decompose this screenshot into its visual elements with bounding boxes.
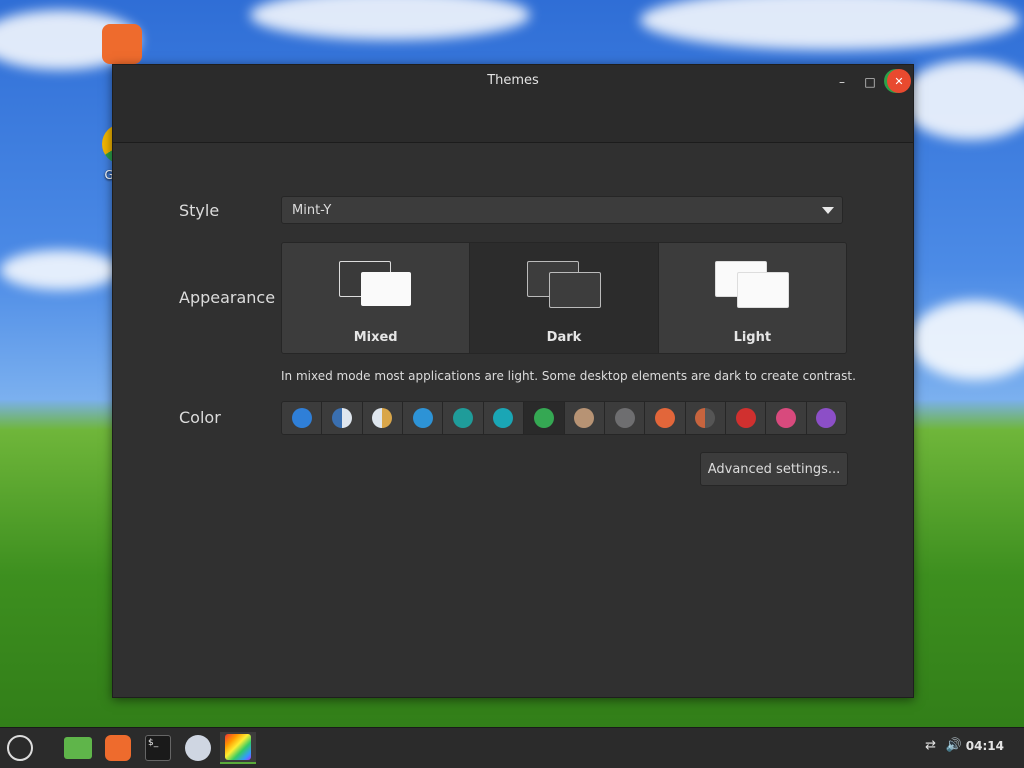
appearance-hint: In mixed mode most applications are ligh… [281, 369, 856, 383]
volume-icon[interactable]: 🔊 [946, 738, 962, 753]
taskbar-themes[interactable] [220, 732, 256, 764]
dark-preview-icon [526, 261, 601, 309]
network-icon[interactable]: ⇄ [925, 738, 936, 753]
apps-grid-icon [185, 735, 211, 761]
color-dot-icon [654, 408, 675, 428]
color-dot-icon [291, 408, 312, 428]
cloud [640, 0, 1020, 50]
color-dot-icon [614, 408, 635, 428]
folder-icon [64, 737, 92, 759]
color-swatch[interactable] [685, 402, 726, 434]
menu-button[interactable] [4, 732, 36, 764]
maximize-button[interactable]: □ [859, 71, 881, 93]
color-swatch[interactable] [564, 402, 605, 434]
color-dot-icon [695, 408, 716, 428]
clock[interactable]: 04:14 [966, 739, 1004, 753]
style-value: Mint-Y [292, 203, 332, 218]
light-preview-icon [715, 261, 790, 309]
color-dot-icon [574, 408, 595, 428]
cloud [0, 250, 120, 290]
window-titlebar[interactable]: Themes – □ ✕ [113, 65, 913, 143]
color-swatch[interactable] [362, 402, 404, 434]
color-dot-icon [533, 408, 554, 428]
color-swatch[interactable] [524, 402, 565, 434]
color-swatch[interactable] [604, 402, 646, 434]
appearance-option-light[interactable]: Light [658, 243, 846, 353]
color-label: Color [179, 408, 221, 427]
appearance-option-label: Dark [546, 330, 582, 345]
appearance-option-label: Light [733, 330, 772, 345]
taskbar-firefox[interactable] [102, 732, 134, 764]
mixed-preview-icon [338, 261, 413, 309]
appearance-option-mixed[interactable]: Mixed [282, 243, 471, 353]
appearance-option-dark[interactable]: Dark [470, 243, 659, 353]
style-label: Style [179, 201, 220, 220]
taskbar-files[interactable] [62, 732, 94, 764]
color-selector [281, 401, 847, 435]
appearance-label: Appearance [179, 288, 276, 307]
cloud [910, 300, 1024, 380]
firefox-icon [105, 735, 131, 761]
style-dropdown[interactable]: Mint-Y [281, 196, 843, 224]
color-swatch[interactable] [806, 402, 846, 434]
color-dot-icon [735, 408, 756, 428]
taskbar-terminal[interactable]: $_ [142, 732, 174, 764]
firefox-icon [102, 24, 142, 64]
color-dot-icon [412, 408, 433, 428]
color-swatch[interactable] [483, 402, 525, 434]
window-title: Themes [487, 73, 539, 88]
themes-window: Themes – □ ✕ Style Mint-Y Appearance Mix… [112, 64, 914, 698]
cloud [250, 0, 530, 40]
color-dot-icon [453, 408, 474, 428]
cloud [900, 60, 1024, 140]
close-button[interactable]: ✕ [887, 69, 911, 93]
mint-logo-icon [7, 735, 33, 761]
color-dot-icon [816, 408, 837, 428]
color-swatch[interactable] [443, 402, 484, 434]
color-swatch[interactable] [645, 402, 686, 434]
paintbrush-icon [225, 734, 251, 760]
color-swatch[interactable] [282, 402, 323, 434]
color-swatch[interactable] [725, 402, 767, 434]
color-dot-icon [775, 408, 796, 428]
terminal-icon: $_ [145, 735, 171, 761]
taskbar: $_ ⇄ 🔊 04:14 [0, 727, 1024, 768]
advanced-settings-button[interactable]: Advanced settings... [700, 452, 848, 486]
chevron-down-icon [822, 207, 834, 214]
minimize-button[interactable]: – [831, 71, 853, 93]
taskbar-apps[interactable] [182, 732, 214, 764]
color-dot-icon [332, 408, 353, 428]
color-swatch[interactable] [766, 402, 807, 434]
color-dot-icon [493, 408, 514, 428]
appearance-selector: Mixed Dark Light [281, 242, 847, 354]
color-swatch[interactable] [322, 402, 363, 434]
color-swatch[interactable] [403, 402, 444, 434]
appearance-option-label: Mixed [353, 330, 398, 345]
color-dot-icon [372, 408, 393, 428]
